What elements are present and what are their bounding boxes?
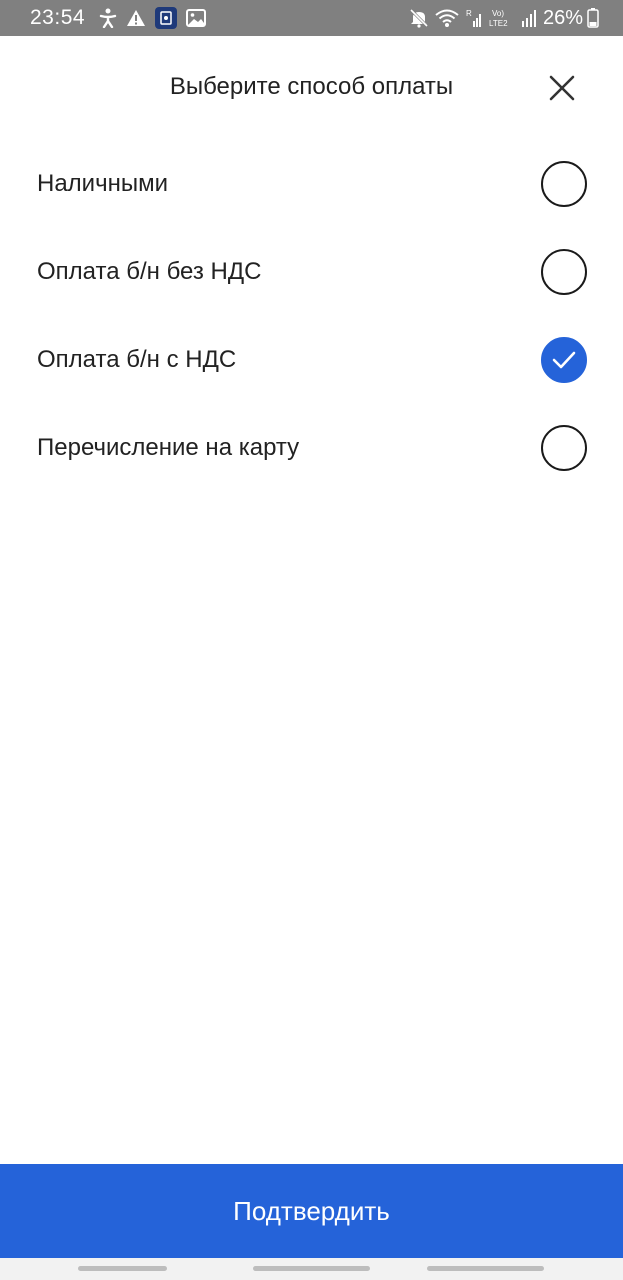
nav-home-handle[interactable] (253, 1266, 370, 1271)
accessibility-icon (99, 8, 117, 28)
svg-text:LTE2: LTE2 (489, 19, 508, 28)
status-bar: 23:54 R Vo) LTE2 26% (0, 0, 623, 36)
payment-options-list: Наличными Оплата б/н без НДС Оплата б/н … (0, 140, 623, 492)
battery-icon (587, 8, 599, 28)
option-label: Оплата б/н без НДС (37, 258, 262, 285)
option-noncash-no-vat[interactable]: Оплата б/н без НДС (0, 228, 623, 316)
radio-button[interactable] (541, 425, 587, 471)
confirm-button[interactable]: Подтвердить (0, 1164, 623, 1258)
warning-icon (126, 9, 146, 27)
status-bar-left: 23:54 (30, 0, 215, 36)
wifi-icon (435, 8, 459, 28)
app-notification-icon (155, 7, 178, 29)
nav-recents-handle[interactable] (78, 1266, 167, 1271)
option-label: Наличными (37, 170, 169, 197)
navigation-bar (0, 1258, 623, 1280)
option-cash[interactable]: Наличными (0, 140, 623, 228)
option-label: Оплата б/н с НДС (37, 346, 237, 373)
svg-text:Vo): Vo) (492, 9, 504, 18)
option-card-transfer[interactable]: Перечисление на карту (0, 404, 623, 492)
status-time: 23:54 (30, 6, 86, 29)
battery-percent: 26% (542, 6, 583, 29)
svg-text:R: R (466, 9, 472, 18)
radio-button[interactable] (541, 249, 587, 295)
radio-button[interactable] (541, 161, 587, 207)
radio-button[interactable] (541, 337, 587, 383)
signal-icon: R (465, 8, 483, 28)
signal-icon-2 (521, 8, 537, 28)
image-icon (186, 9, 207, 27)
checkmark-icon (552, 351, 576, 369)
option-noncash-with-vat[interactable]: Оплата б/н с НДС (0, 316, 623, 404)
nav-back-handle[interactable] (427, 1266, 544, 1271)
status-bar-right: R Vo) LTE2 26% (409, 0, 605, 36)
mute-icon (409, 8, 429, 28)
volte-icon: Vo) LTE2 (489, 7, 515, 29)
close-icon[interactable] (549, 75, 575, 101)
dialog-title: Выберите способ оплаты (169, 73, 454, 100)
option-label: Перечисление на карту (37, 434, 300, 461)
close-button[interactable] (546, 72, 578, 104)
